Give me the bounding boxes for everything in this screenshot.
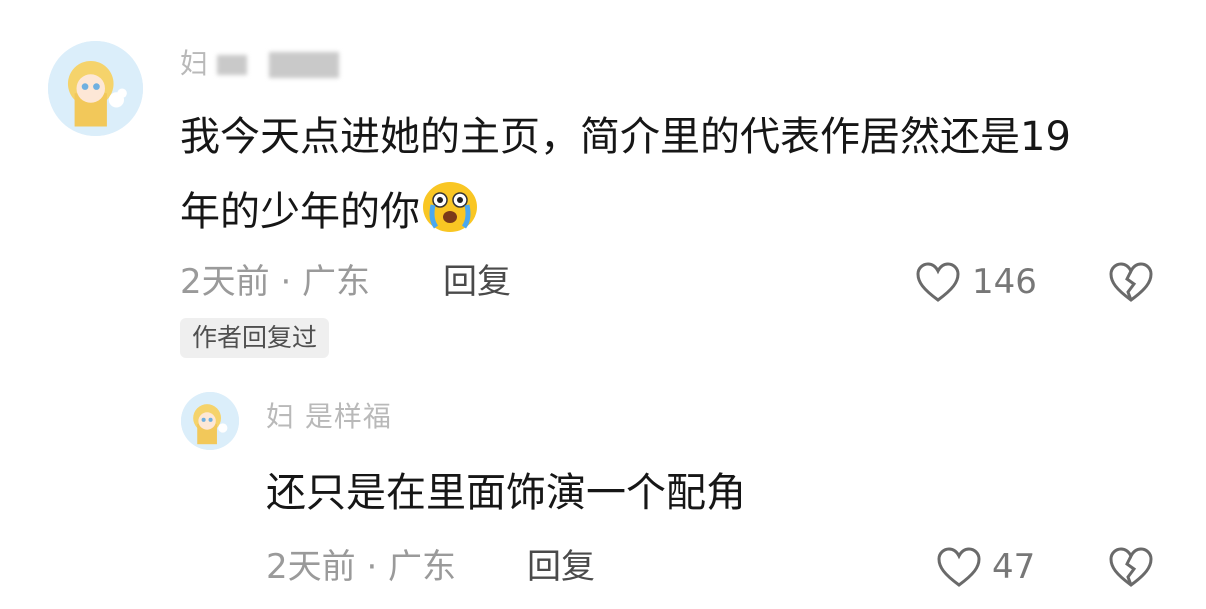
reply-like-icon[interactable] (936, 546, 982, 588)
comment-text-line2: 年的少年的你 (180, 175, 1180, 250)
avatar-image (181, 392, 239, 450)
username[interactable]: 妇 (180, 44, 340, 84)
reply-button[interactable]: 回复 (443, 260, 511, 304)
reply-like-count: 47 (992, 547, 1036, 587)
comment-time-location: 2天前 · 广东 (180, 262, 371, 302)
like-count: 146 (972, 262, 1037, 302)
crying-face-icon (420, 175, 480, 235)
reply-username-text: 妇 是样福 (266, 400, 392, 433)
username-mask (269, 52, 340, 78)
avatar-image (48, 41, 143, 136)
comment-text: 我今天点进她的主页，简介里的代表作居然还是19 年的少年的你 (180, 100, 1180, 250)
avatar[interactable] (48, 41, 143, 136)
dislike-icon[interactable] (1108, 261, 1154, 303)
like-icon[interactable] (915, 261, 961, 303)
reply-text: 还只是在里面饰演一个配角 (266, 470, 746, 516)
reply-time-location: 2天前 · 广东 (266, 547, 457, 587)
username-text: 妇 (180, 47, 210, 80)
comment-text-line2-text: 年的少年的你 (180, 189, 420, 235)
comment-text-line1: 我今天点进她的主页，简介里的代表作居然还是19 (180, 114, 1071, 160)
reply-dislike-icon[interactable] (1108, 546, 1154, 588)
reply-username[interactable]: 妇 是样福 (266, 397, 392, 437)
author-replied-badge: 作者回复过 (180, 318, 330, 358)
reply-reply-button[interactable]: 回复 (527, 545, 595, 589)
reply-avatar[interactable] (181, 392, 239, 450)
username-mask (217, 55, 248, 75)
